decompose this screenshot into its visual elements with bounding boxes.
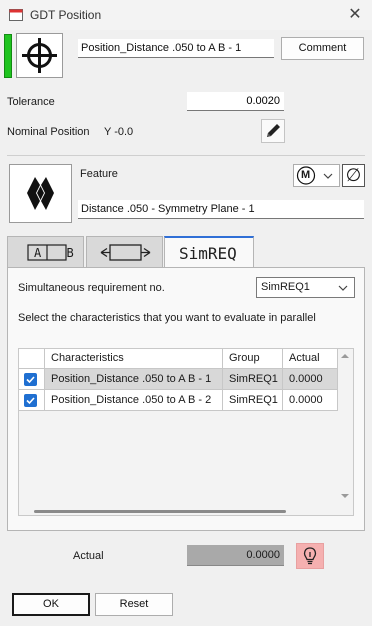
close-icon[interactable]: ✕ (346, 6, 364, 24)
tolerance-label: Tolerance (7, 96, 55, 108)
comment-button[interactable]: Comment (281, 37, 364, 60)
row-actual: 0.0000 (283, 369, 338, 390)
row-actual: 0.0000 (283, 390, 338, 411)
feature-symbol[interactable] (9, 164, 72, 223)
scroll-down-icon[interactable] (337, 491, 353, 501)
tolerance-zone-icon (100, 244, 151, 261)
tolerance-field[interactable] (187, 92, 284, 111)
status-indicator (4, 34, 12, 78)
row-characteristic: Position_Distance .050 to A B - 1 (45, 369, 223, 390)
tab-simreq-label: SimREQ (179, 244, 237, 263)
nominal-position-value: Y -0.0 (104, 126, 134, 138)
modifier-glyph: M (301, 169, 311, 181)
feature-label: Feature (80, 168, 118, 180)
vertical-scrollbar[interactable] (337, 349, 353, 501)
window-title: GDT Position (30, 8, 102, 22)
reset-button[interactable]: Reset (95, 593, 173, 616)
simreq-number-label: Simultaneous requirement no. (18, 282, 165, 294)
grid-header-actual[interactable]: Actual (283, 349, 338, 369)
grid-header-characteristics[interactable]: Characteristics (45, 349, 223, 369)
ok-button[interactable]: OK (12, 593, 90, 616)
modifier-select[interactable]: M (293, 164, 340, 187)
tab-datum-reference[interactable]: A B (7, 236, 84, 267)
symmetry-plane-icon (27, 177, 54, 210)
characteristic-symbol[interactable] (16, 33, 63, 78)
chevron-down-icon (338, 285, 348, 291)
table-row[interactable]: Position_Distance .050 to A B - 2 SimREQ… (19, 390, 338, 411)
actual-value-field: 0.0000 (187, 545, 284, 566)
row-group: SimREQ1 (223, 390, 283, 411)
checkbox-checked-icon[interactable] (24, 373, 37, 386)
instructions-text: Select the characteristics that you want… (18, 312, 316, 324)
nominal-position-label: Nominal Position (7, 126, 90, 138)
datum-ref-label: A B (34, 246, 83, 260)
pencil-icon (267, 124, 280, 137)
row-group: SimREQ1 (223, 369, 283, 390)
grid-header-select (19, 349, 45, 369)
table-row[interactable]: Position_Distance .050 to A B - 1 SimREQ… (19, 369, 338, 390)
feature-name-field[interactable] (78, 200, 364, 219)
horizontal-scrollbar[interactable] (34, 510, 286, 513)
separator (7, 155, 365, 156)
checkbox-checked-icon[interactable] (24, 394, 37, 407)
app-icon (9, 9, 23, 21)
characteristic-name-field[interactable] (78, 39, 274, 58)
actual-label: Actual (73, 550, 104, 562)
edit-nominal-button[interactable] (261, 119, 285, 143)
insight-button[interactable] (296, 543, 324, 569)
characteristics-grid: Characteristics Group Actual Position_Di… (18, 348, 354, 516)
grid-header-group[interactable]: Group (223, 349, 283, 369)
row-characteristic: Position_Distance .050 to A B - 2 (45, 390, 223, 411)
tab-simreq[interactable]: SimREQ (164, 236, 254, 269)
chevron-down-icon (323, 173, 333, 179)
row-checkbox-cell[interactable] (19, 369, 45, 390)
simreq-number-value: SimREQ1 (261, 281, 310, 293)
true-position-icon (22, 38, 57, 73)
diameter-button[interactable]: ∅ (342, 164, 365, 187)
tab-tolerance-zone[interactable] (86, 236, 163, 267)
row-checkbox-cell[interactable] (19, 390, 45, 411)
lightbulb-icon (303, 547, 317, 565)
simreq-number-select[interactable]: SimREQ1 (256, 277, 355, 298)
scroll-up-icon[interactable] (337, 351, 353, 361)
